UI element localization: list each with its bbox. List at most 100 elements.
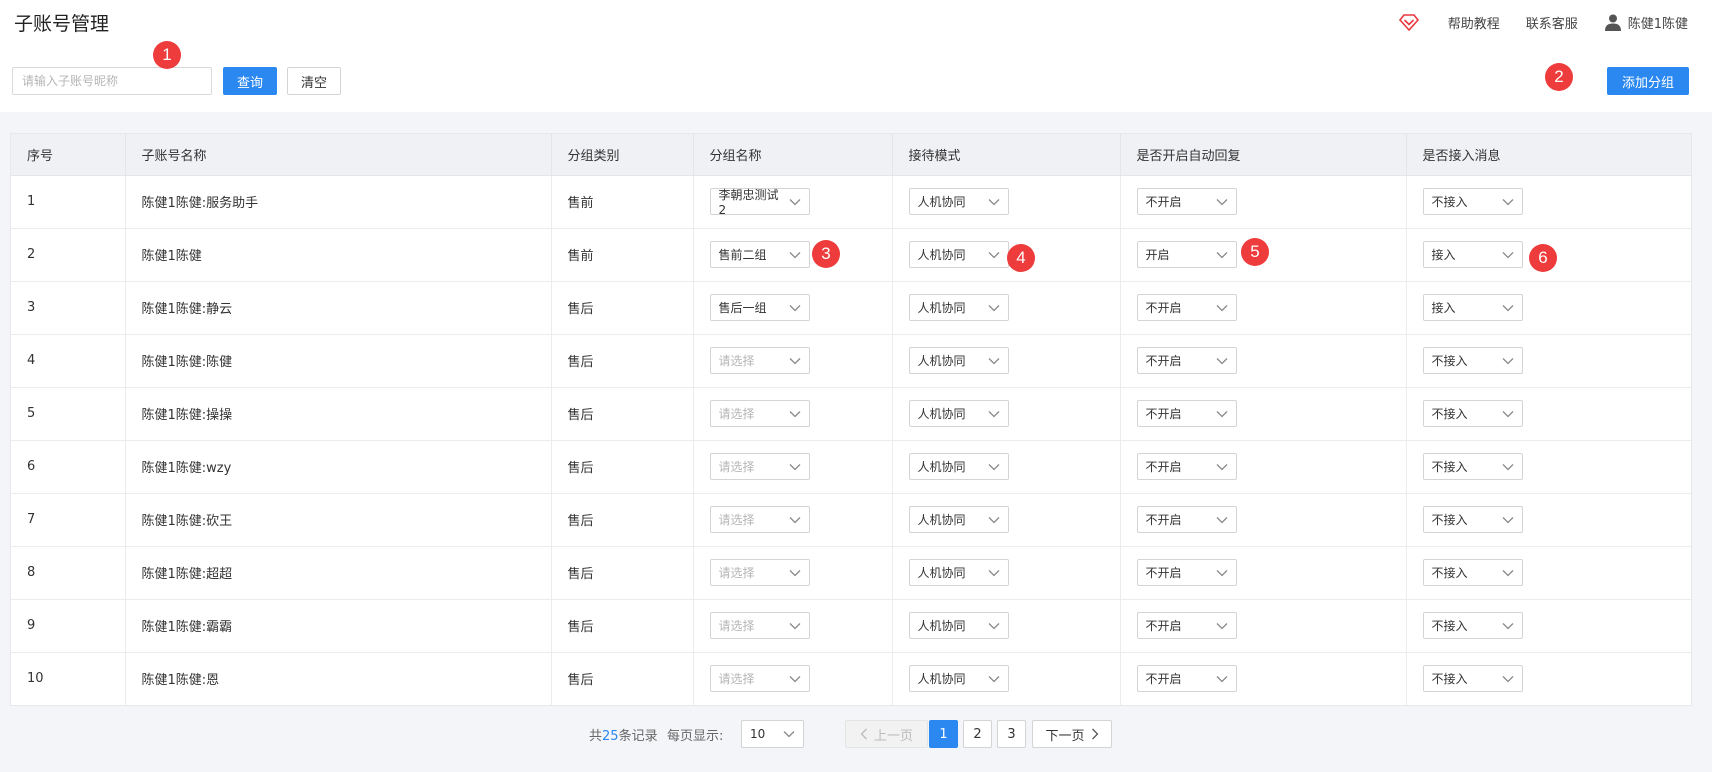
cell-category: 售前 — [551, 228, 694, 282]
auto-reply-select[interactable]: 不开启 — [1136, 453, 1237, 480]
msg-select[interactable]: 接入 — [1422, 294, 1523, 321]
cell-auto-reply: 不开启 — [1120, 652, 1407, 705]
auto-reply-select[interactable]: 不开启 — [1136, 612, 1237, 639]
group-select-value: 李朝忠测试2 — [718, 188, 779, 217]
mode-select-value: 人机协同 — [917, 354, 966, 368]
page-size-select[interactable]: 10 — [741, 720, 804, 748]
auto-reply-select-value: 不开启 — [1145, 195, 1182, 209]
mode-select[interactable]: 人机协同 — [908, 453, 1009, 480]
mode-select[interactable]: 人机协同 — [908, 559, 1009, 586]
msg-select[interactable]: 不接入 — [1422, 400, 1523, 427]
prev-page-button[interactable]: 上一页 — [845, 720, 928, 748]
diamond-icon[interactable] — [1398, 12, 1420, 32]
auto-reply-select[interactable]: 不开启 — [1136, 347, 1237, 374]
cell-group: 请选择 — [693, 599, 893, 653]
query-button[interactable]: 查询 — [223, 67, 277, 95]
cell-mode: 人机协同 — [892, 334, 1121, 388]
auto-reply-select[interactable]: 不开启 — [1136, 188, 1237, 215]
mode-select[interactable]: 人机协同 — [908, 188, 1009, 215]
page-button-2[interactable]: 2 — [963, 720, 992, 748]
chevron-down-icon — [1502, 410, 1513, 417]
mode-select[interactable]: 人机协同 — [908, 506, 1009, 533]
cell-msg: 不接入 — [1406, 334, 1691, 388]
table-row: 2 陈健1陈健 售前 售前二组 人机协同 开启 接入 — [11, 228, 1691, 282]
msg-select[interactable]: 不接入 — [1422, 665, 1523, 693]
cell-name: 陈健1陈健:陈健 — [125, 334, 552, 388]
cell-mode: 人机协同 — [892, 228, 1121, 282]
cell-auto-reply: 不开启 — [1120, 281, 1407, 335]
msg-select[interactable]: 不接入 — [1422, 612, 1523, 639]
clear-button[interactable]: 清空 — [287, 67, 341, 95]
cell-no: 1 — [11, 175, 126, 229]
group-select[interactable]: 售前二组 — [709, 241, 810, 268]
auto-reply-select[interactable]: 不开启 — [1136, 665, 1237, 693]
group-select[interactable]: 请选择 — [709, 453, 810, 480]
help-link[interactable]: 帮助教程 — [1448, 13, 1500, 32]
group-select[interactable]: 请选择 — [709, 347, 810, 374]
cell-category: 售后 — [551, 281, 694, 335]
cell-no: 7 — [11, 493, 126, 547]
auto-reply-select[interactable]: 开启 — [1136, 241, 1237, 268]
chevron-down-icon — [1502, 675, 1513, 683]
msg-select[interactable]: 不接入 — [1422, 559, 1523, 586]
page-button-3[interactable]: 3 — [997, 720, 1026, 748]
contact-support-link[interactable]: 联系客服 — [1526, 13, 1578, 32]
add-group-button[interactable]: 添加分组 — [1607, 67, 1689, 95]
group-select[interactable]: 请选择 — [709, 506, 810, 533]
auto-reply-select[interactable]: 不开启 — [1136, 559, 1237, 586]
annotation-marker-3: 3 — [812, 240, 840, 268]
cell-auto-reply: 不开启 — [1120, 546, 1407, 600]
mode-select[interactable]: 人机协同 — [908, 294, 1009, 321]
group-select-value: 请选择 — [718, 460, 755, 474]
msg-select[interactable]: 不接入 — [1422, 506, 1523, 533]
user-menu[interactable]: 陈健1陈健 — [1604, 13, 1688, 32]
group-select[interactable]: 李朝忠测试2 — [709, 188, 810, 217]
msg-select[interactable]: 不接入 — [1422, 347, 1523, 374]
chevron-down-icon — [1502, 516, 1513, 523]
group-select[interactable]: 售后一组 — [709, 294, 810, 321]
top-links: 帮助教程 联系客服 陈健1陈健 — [1398, 12, 1688, 32]
mode-select[interactable]: 人机协同 — [908, 347, 1009, 374]
page-button-1[interactable]: 1 — [929, 720, 958, 748]
auto-reply-select[interactable]: 不开启 — [1136, 506, 1237, 533]
mode-select[interactable]: 人机协同 — [908, 241, 1009, 268]
chevron-down-icon — [1502, 357, 1513, 364]
group-select[interactable]: 请选择 — [709, 400, 810, 427]
mode-select[interactable]: 人机协同 — [908, 400, 1009, 427]
table-row: 9 陈健1陈健:霸霸 售后 请选择 人机协同 不开启 不接入 — [11, 599, 1691, 653]
chevron-down-icon — [789, 569, 800, 576]
chevron-down-icon — [789, 304, 800, 311]
user-name: 陈健1陈健 — [1627, 16, 1688, 32]
auto-reply-select[interactable]: 不开启 — [1136, 294, 1237, 321]
chevron-down-icon — [988, 569, 999, 576]
auto-reply-select-value: 不开启 — [1145, 672, 1182, 687]
cell-msg: 不接入 — [1406, 493, 1691, 547]
msg-select[interactable]: 不接入 — [1422, 453, 1523, 480]
chevron-down-icon — [1216, 410, 1227, 417]
next-page-button[interactable]: 下一页 — [1032, 720, 1112, 748]
chevron-down-icon — [1216, 569, 1227, 576]
chevron-down-icon — [988, 463, 999, 470]
cell-name: 陈健1陈健:恩 — [125, 652, 552, 705]
mode-select[interactable]: 人机协同 — [908, 665, 1009, 693]
search-input[interactable] — [12, 67, 212, 95]
table-row: 7 陈健1陈健:砍王 售后 请选择 人机协同 不开启 不接入 — [11, 493, 1691, 547]
chevron-down-icon — [789, 675, 800, 683]
chevron-down-icon — [988, 251, 999, 258]
mode-select[interactable]: 人机协同 — [908, 612, 1009, 639]
cell-no: 9 — [11, 599, 126, 653]
annotation-marker-4: 4 — [1007, 244, 1035, 272]
cell-name: 陈健1陈健 — [125, 228, 552, 282]
group-select[interactable]: 请选择 — [709, 559, 810, 586]
msg-select[interactable]: 不接入 — [1422, 188, 1523, 215]
chevron-down-icon — [1216, 304, 1227, 311]
group-select-value: 售后一组 — [718, 301, 767, 315]
cell-category: 售后 — [551, 440, 694, 494]
cell-msg: 不接入 — [1406, 440, 1691, 494]
auto-reply-select[interactable]: 不开启 — [1136, 400, 1237, 427]
cell-auto-reply: 不开启 — [1120, 334, 1407, 388]
msg-select[interactable]: 接入 — [1422, 241, 1523, 268]
mode-select-value: 人机协同 — [917, 513, 966, 527]
group-select[interactable]: 请选择 — [709, 612, 810, 639]
group-select[interactable]: 请选择 — [709, 665, 810, 693]
